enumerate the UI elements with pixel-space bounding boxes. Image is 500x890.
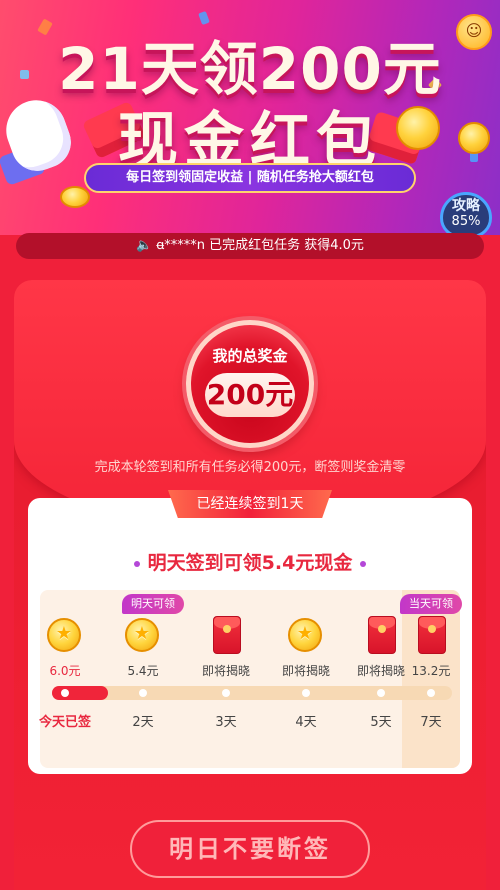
- day-item[interactable]: ★ 6.0元: [30, 616, 100, 679]
- coin-icon: ★: [288, 618, 322, 652]
- day-amount: 5.4元: [127, 664, 159, 678]
- rule-text: 完成本轮签到和所有任务必得200元，断签则奖金清零: [94, 460, 406, 475]
- smiley-face-icon[interactable]: ☺: [456, 14, 492, 50]
- progress-node: [222, 689, 230, 697]
- progress-node: [377, 689, 385, 697]
- progress-node: [61, 689, 69, 697]
- total-bonus-seal: 我的总奖金 200元: [186, 320, 314, 448]
- day-item[interactable]: ★ 5.4元: [108, 616, 178, 679]
- progress-node: [427, 689, 435, 697]
- day-item[interactable]: 13.2元: [396, 616, 466, 679]
- red-packet-icon: [213, 616, 241, 654]
- header-banner: 21天领200元 现金红包 每日签到领固定收益 | 随机任务抢大额红包 ☺ 攻略…: [0, 0, 500, 235]
- coin-icon: ★: [125, 618, 159, 652]
- dot-decoration: [360, 560, 367, 567]
- strategy-label: 攻略: [452, 198, 480, 214]
- dot-decoration: [133, 560, 140, 567]
- progress-node: [302, 689, 310, 697]
- tomorrow-reward-label: 明天签到可领5.4元现金: [147, 552, 353, 574]
- day-amount: 即将揭晓: [281, 664, 330, 678]
- keep-streak-button[interactable]: 明日不要断签: [130, 820, 370, 878]
- red-packet-icon: [368, 616, 396, 654]
- coin-decoration: [60, 186, 90, 208]
- day-label: 4天: [295, 715, 317, 730]
- day-amount: 13.2元: [411, 664, 451, 678]
- strategy-percent: 85%: [451, 214, 481, 229]
- tomorrow-reward-text: 明天签到可领5.4元现金: [28, 548, 472, 575]
- today-available-tag: 当天可领: [400, 594, 462, 614]
- sign-in-card: 已经连续签到1天 明天签到可领5.4元现金 ★ 6.0元 ★ 5.4元 即将揭晓…: [28, 490, 472, 774]
- day-amount: 6.0元: [49, 664, 81, 678]
- total-bonus-label: 我的总奖金: [212, 347, 288, 365]
- day-label: 3天: [215, 715, 237, 730]
- speaker-icon: 🔈: [136, 238, 153, 253]
- coin-icon: ★: [47, 618, 81, 652]
- progress-node: [139, 689, 147, 697]
- day-label: 7天: [420, 715, 442, 730]
- day-amount: 即将揭晓: [201, 664, 250, 678]
- day-item[interactable]: ★ 即将揭晓: [271, 616, 341, 679]
- sign-in-progress-track: [52, 686, 452, 700]
- day-label: 2天: [132, 715, 154, 730]
- banner-subtitle: 每日签到领固定收益 | 随机任务抢大额红包: [84, 163, 416, 193]
- activity-ticker: 🔈 ꬰ*****n 已完成红包任务 获得4.0元: [16, 233, 484, 259]
- red-envelope-panel: 我的总奖金 200元 完成本轮签到和所有任务必得200元，断签则奖金清零 已经连…: [14, 280, 486, 890]
- day-label: 今天已签: [38, 715, 91, 730]
- tomorrow-available-tag: 明天可领: [122, 594, 184, 614]
- total-bonus-amount: 200元: [205, 373, 295, 417]
- streak-ribbon: 已经连续签到1天: [168, 490, 332, 518]
- red-packet-coins-icon: [418, 616, 446, 654]
- ticker-text: ꬰ*****n 已完成红包任务 获得4.0元: [156, 238, 364, 253]
- day-item[interactable]: 即将揭晓: [191, 616, 261, 679]
- strategy-button[interactable]: 攻略 85%: [440, 192, 492, 235]
